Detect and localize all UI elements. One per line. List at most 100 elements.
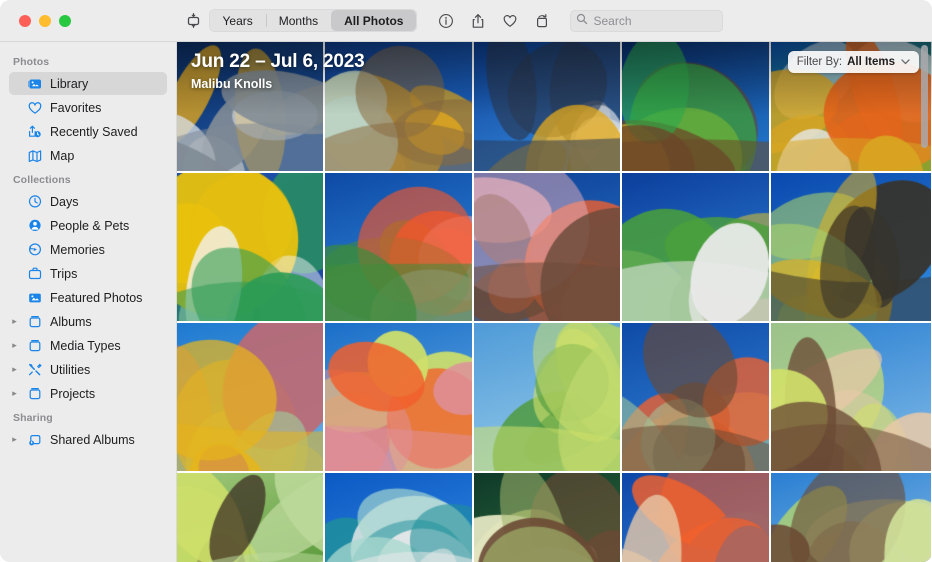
- tab-all-photos[interactable]: All Photos: [331, 10, 417, 31]
- photo-grid-area: Jun 22 – Jul 6, 2023 Malibu Knolls Filte…: [177, 42, 932, 562]
- sidebar-item-days[interactable]: Days: [9, 190, 167, 213]
- photo-image: [622, 42, 769, 171]
- photo-image: [177, 323, 323, 471]
- page-title: Jun 22 – Jul 6, 2023: [191, 51, 365, 72]
- filter-prefix-label: Filter By:: [796, 56, 843, 68]
- toolbar-action-icons: [435, 10, 552, 31]
- photo-image: [474, 42, 620, 171]
- window-body: Photos Library Favorites Recently Saved Map C…: [0, 42, 932, 562]
- toolbar: – + Years Months All Photos: [0, 0, 932, 42]
- photo-thumbnail[interactable]: [474, 473, 620, 562]
- photo-thumbnail[interactable]: [771, 323, 931, 471]
- photo-image: [771, 473, 931, 562]
- sidebar-item-label: People & Pets: [50, 218, 130, 233]
- sidebar-item-label: Memories: [50, 242, 105, 257]
- sidebar-section-header: Photos: [13, 56, 50, 68]
- chevron-down-icon: [901, 57, 910, 67]
- person-icon: [26, 218, 43, 234]
- photo-image: [325, 323, 472, 471]
- sidebar-item-label: Trips: [50, 266, 78, 281]
- rotate-icon[interactable]: [531, 10, 552, 31]
- sidebar-item-utilities[interactable]: ▸ Utilities: [9, 358, 167, 381]
- disclosure-triangle-icon[interactable]: ▸: [9, 389, 20, 398]
- album-icon: [26, 338, 43, 354]
- sidebar-item-people-pets[interactable]: People & Pets: [9, 214, 167, 237]
- close-button[interactable]: [19, 14, 31, 27]
- disclosure-triangle-icon[interactable]: ▸: [9, 435, 20, 444]
- sidebar-item-featured-photos[interactable]: Featured Photos: [9, 286, 167, 309]
- photo-thumbnail[interactable]: [474, 173, 620, 321]
- sidebar-item-trips[interactable]: Trips: [9, 262, 167, 285]
- share-icon[interactable]: [467, 10, 488, 31]
- photo-image: [622, 323, 769, 471]
- sidebar-item-projects[interactable]: ▸ Projects: [9, 382, 167, 405]
- sidebar-item-recently-saved[interactable]: Recently Saved: [9, 120, 167, 143]
- filter-value-label: All Items: [847, 56, 895, 68]
- photo-thumbnail[interactable]: [325, 323, 472, 471]
- photo-image: [325, 473, 472, 562]
- aspect-ratio-icon[interactable]: [180, 8, 206, 34]
- photo-grid: [177, 42, 932, 562]
- photo-thumbnail[interactable]: [177, 473, 323, 562]
- sidebar-item-label: Recently Saved: [50, 124, 138, 139]
- disclosure-triangle-icon[interactable]: ▸: [9, 341, 20, 350]
- photo-thumbnail[interactable]: [622, 173, 769, 321]
- photo-thumbnail[interactable]: [474, 42, 620, 171]
- photo-image: [177, 473, 323, 562]
- sidebar-item-shared-albums[interactable]: ▸ Shared Albums: [9, 428, 167, 451]
- sidebar-item-label: Favorites: [50, 100, 102, 115]
- photo-image: [771, 173, 931, 321]
- memories-icon: [26, 242, 43, 258]
- sidebar-item-map[interactable]: Map: [9, 144, 167, 167]
- photo-image: [771, 323, 931, 471]
- tab-years[interactable]: Years: [210, 10, 266, 31]
- minimize-button[interactable]: [39, 14, 51, 27]
- sidebar-item-memories[interactable]: Memories: [9, 238, 167, 261]
- recently-saved-icon: [26, 124, 43, 140]
- sidebar-item-albums[interactable]: ▸ Albums: [9, 310, 167, 333]
- photo-thumbnail[interactable]: [622, 473, 769, 562]
- sidebar-item-label: Projects: [50, 386, 96, 401]
- search-input[interactable]: Search: [570, 9, 724, 32]
- photo-image: [622, 173, 769, 321]
- photo-thumbnail[interactable]: [325, 473, 472, 562]
- shared-album-icon: [26, 432, 43, 448]
- photo-thumbnail[interactable]: [622, 323, 769, 471]
- featured-photo-icon: [26, 290, 43, 306]
- sidebar-item-media-types[interactable]: ▸ Media Types: [9, 334, 167, 357]
- sidebar-item-favorites[interactable]: Favorites: [9, 96, 167, 119]
- photo-thumbnail[interactable]: [177, 173, 323, 321]
- filter-by-button[interactable]: Filter By: All Items: [787, 51, 919, 73]
- photo-image: [474, 473, 620, 562]
- sidebar-item-label: Library: [50, 76, 89, 91]
- photo-thumbnail[interactable]: [474, 323, 620, 471]
- vertical-scrollbar[interactable]: [921, 45, 928, 148]
- view-mode-segmented-control[interactable]: Years Months All Photos: [208, 9, 418, 32]
- search-placeholder: Search: [593, 13, 632, 28]
- location-label: Malibu Knolls: [191, 77, 273, 91]
- photo-image: [474, 173, 620, 321]
- photo-thumbnail[interactable]: [622, 42, 769, 171]
- tab-months[interactable]: Months: [265, 10, 331, 31]
- zoom-button[interactable]: [59, 14, 71, 27]
- heart-icon[interactable]: [499, 10, 520, 31]
- tools-icon: [26, 362, 43, 378]
- photo-thumbnail[interactable]: [177, 323, 323, 471]
- sidebar-item-label: Albums: [50, 314, 92, 329]
- sidebar-item-label: Featured Photos: [50, 290, 143, 305]
- sidebar-item-library[interactable]: Library: [9, 72, 167, 95]
- disclosure-triangle-icon[interactable]: ▸: [9, 317, 20, 326]
- disclosure-triangle-icon[interactable]: ▸: [9, 365, 20, 374]
- photo-thumbnail[interactable]: [771, 173, 931, 321]
- info-icon[interactable]: [435, 10, 456, 31]
- album-icon: [26, 386, 43, 402]
- window-controls: [0, 14, 177, 27]
- heart-icon: [26, 100, 43, 116]
- search-icon: [576, 12, 588, 30]
- photo-thumbnail[interactable]: [771, 473, 931, 562]
- photo-image: [325, 173, 472, 321]
- photos-window: – + Years Months All Photos: [0, 0, 932, 562]
- suitcase-icon: [26, 266, 43, 282]
- photo-thumbnail[interactable]: [325, 173, 472, 321]
- album-icon: [26, 314, 43, 330]
